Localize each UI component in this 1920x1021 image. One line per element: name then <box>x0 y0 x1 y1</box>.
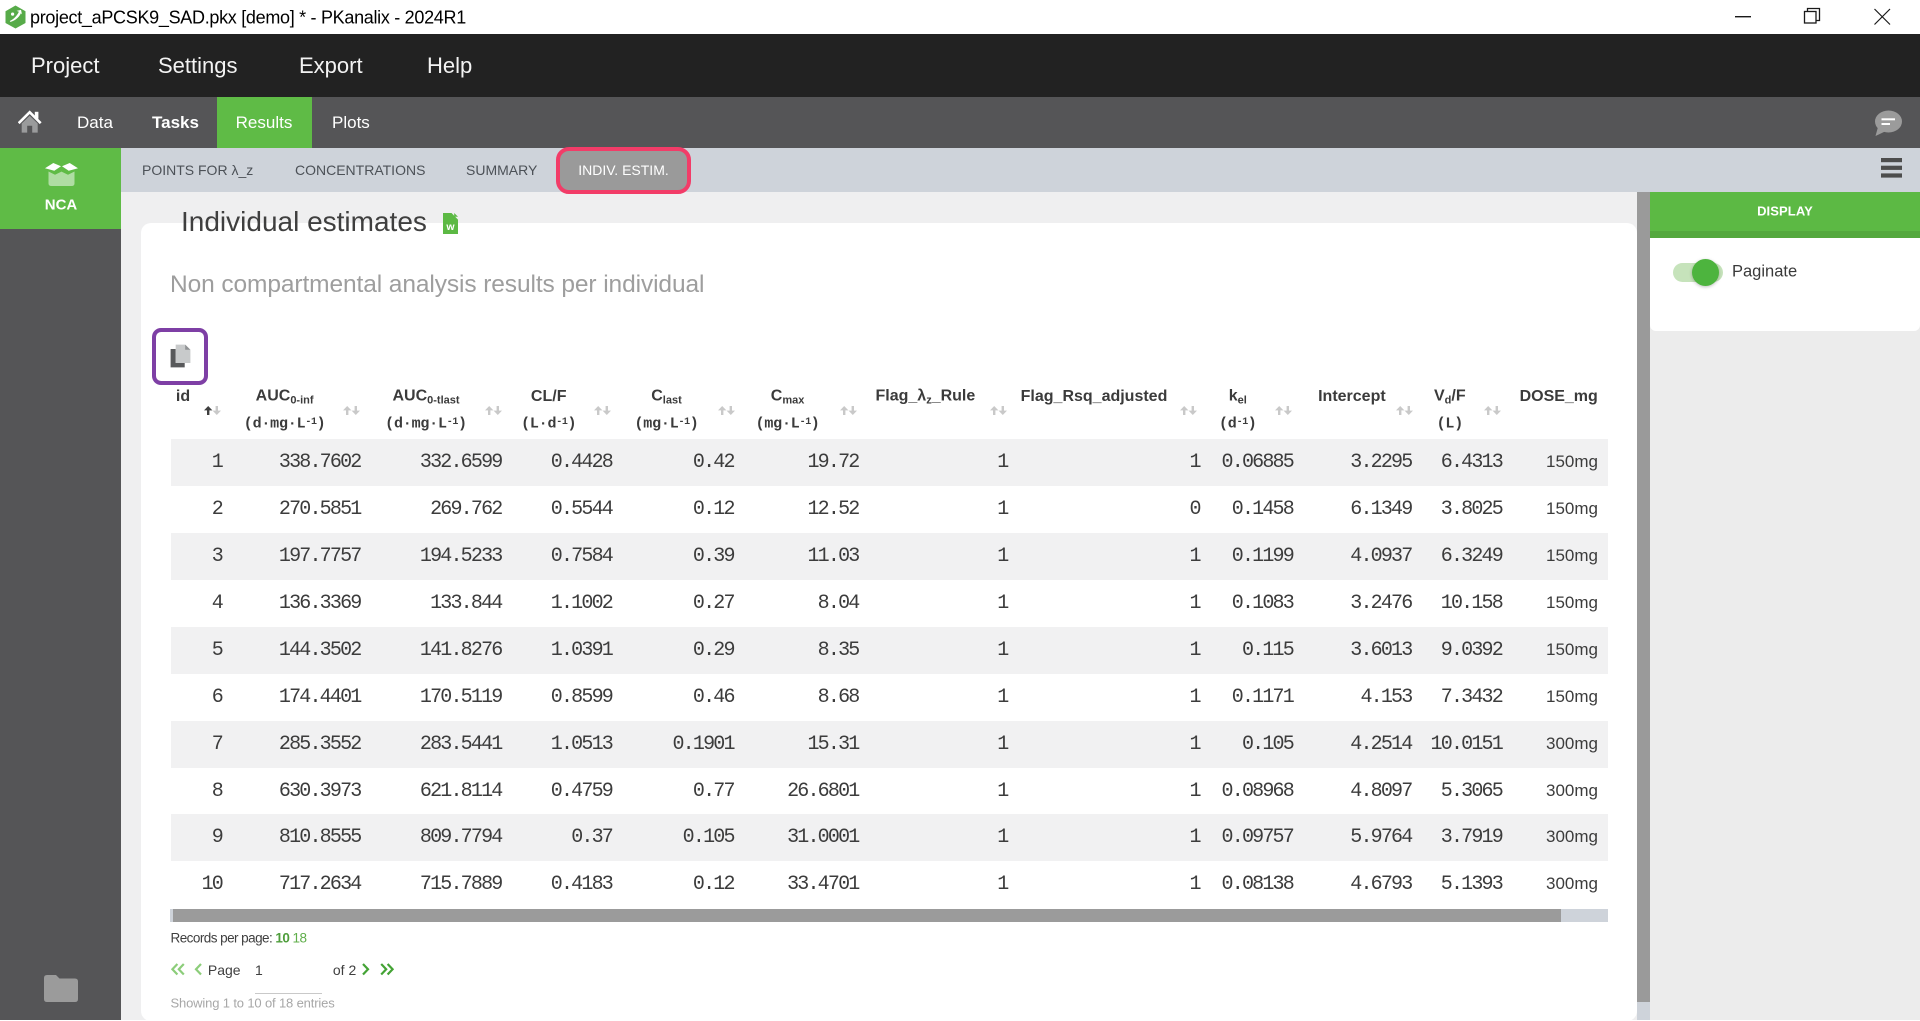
svg-text:w: w <box>445 221 455 233</box>
